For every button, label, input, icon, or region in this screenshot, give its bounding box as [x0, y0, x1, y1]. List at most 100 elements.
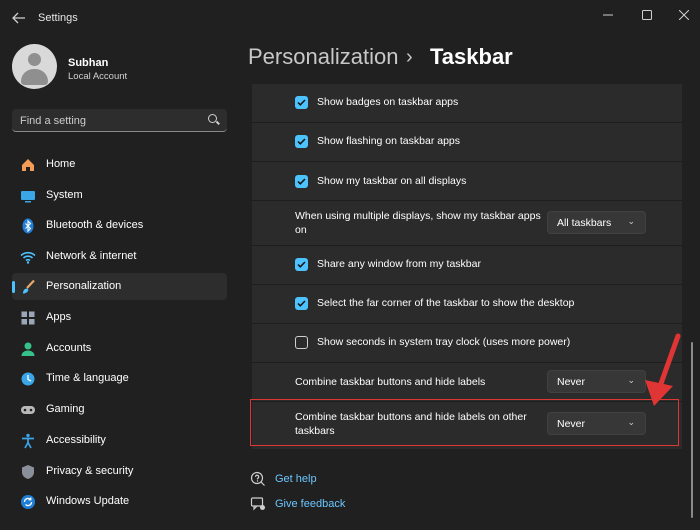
checkmark-icon: [297, 99, 306, 106]
shield-icon: [22, 465, 34, 479]
setting-seconds[interactable]: Show seconds in system tray clock (uses …: [252, 324, 682, 362]
nav-item-privacy[interactable]: Privacy & security: [12, 458, 227, 485]
dropdown-value: Never: [557, 376, 586, 388]
nav-item-accounts[interactable]: Accounts: [12, 335, 227, 362]
multi-display-dropdown[interactable]: All taskbars ⌄: [547, 211, 646, 234]
person-icon: [21, 342, 35, 356]
nav-label: Apps: [46, 311, 72, 323]
search-input[interactable]: [12, 109, 207, 133]
close-icon: [678, 9, 690, 21]
nav-label: Personalization: [46, 280, 122, 292]
maximize-icon: [642, 10, 652, 20]
checkmark-icon: [297, 261, 306, 268]
setting-label: Share any window from my taskbar: [317, 258, 481, 270]
nav-item-apps[interactable]: Apps: [12, 304, 227, 331]
page-title: Taskbar: [430, 44, 513, 69]
setting-label: Combine taskbar buttons and hide labels: [295, 376, 486, 388]
monitor-icon: [21, 191, 35, 203]
maximize-button[interactable]: [636, 6, 658, 26]
nav-label: Windows Update: [46, 495, 130, 507]
nav-item-network[interactable]: Network & internet: [12, 243, 227, 270]
divider: [252, 284, 682, 285]
divider: [252, 245, 682, 246]
selection-indicator: [12, 281, 15, 293]
avatar[interactable]: [12, 44, 57, 89]
window-title: Settings: [38, 12, 78, 24]
wifi-icon: [20, 251, 36, 264]
search-box[interactable]: [12, 109, 227, 133]
checkmark-icon: [297, 178, 306, 185]
back-button[interactable]: [8, 8, 30, 28]
user-name: Subhan: [68, 57, 109, 69]
nav-item-windows-update[interactable]: Windows Update: [12, 488, 227, 515]
chevron-down-icon: ⌄: [627, 375, 635, 385]
minimize-button[interactable]: [597, 6, 619, 26]
title-bar: [0, 0, 700, 36]
chevron-down-icon: ⌄: [627, 216, 635, 226]
setting-all-displays[interactable]: Show my taskbar on all displays: [252, 162, 682, 200]
feedback-icon: [250, 497, 265, 511]
get-help-link[interactable]: Get help: [275, 473, 317, 485]
nav-label: Time & language: [46, 372, 129, 384]
setting-badges[interactable]: Show badges on taskbar apps: [252, 84, 682, 122]
breadcrumb-parent[interactable]: Personalization: [248, 44, 398, 70]
setting-far-corner[interactable]: Select the far corner of the taskbar to …: [252, 285, 682, 323]
bluetooth-icon: [22, 218, 34, 234]
dropdown-value: All taskbars: [557, 217, 612, 229]
nav-label: Home: [46, 158, 76, 170]
nav-item-time-language[interactable]: Time & language: [12, 365, 227, 392]
badges-checkbox[interactable]: [295, 96, 308, 109]
far-corner-checkbox[interactable]: [295, 297, 308, 310]
divider: [252, 323, 682, 324]
setting-label: Show flashing on taskbar apps: [317, 135, 461, 147]
nav-label: Accessibility: [46, 434, 106, 446]
scrollbar[interactable]: [691, 342, 693, 518]
setting-share-window[interactable]: Share any window from my taskbar: [252, 246, 682, 284]
flashing-checkbox[interactable]: [295, 135, 308, 148]
setting-combine[interactable]: Combine taskbar buttons and hide labels …: [252, 363, 682, 401]
give-feedback-link[interactable]: Give feedback: [275, 498, 345, 510]
divider: [252, 161, 682, 162]
combine-dropdown[interactable]: Never ⌄: [547, 370, 646, 393]
nav-item-system[interactable]: System: [12, 182, 227, 209]
close-button[interactable]: [673, 6, 695, 26]
home-icon: [22, 159, 34, 171]
divider: [252, 200, 682, 201]
share-window-checkbox[interactable]: [295, 258, 308, 271]
nav-label: Bluetooth & devices: [46, 219, 144, 231]
seconds-checkbox[interactable]: [295, 336, 308, 349]
globe-clock-icon: [21, 372, 35, 386]
nav-item-personalization[interactable]: Personalization: [12, 273, 227, 300]
gamepad-icon: [21, 406, 35, 414]
checkmark-icon: [297, 138, 306, 145]
help-icon: [250, 471, 265, 486]
setting-label: Select the far corner of the taskbar to …: [317, 297, 575, 309]
nav-item-home[interactable]: Home: [12, 151, 227, 178]
avatar-head: [28, 53, 41, 66]
checkmark-icon: [297, 300, 306, 307]
annotation-arrow-icon: [645, 333, 681, 406]
setting-multi-display[interactable]: When using multiple displays, show my ta…: [252, 201, 682, 245]
setting-label: Show seconds in system tray clock (uses …: [317, 336, 571, 348]
setting-flashing[interactable]: Show flashing on taskbar apps: [252, 123, 682, 161]
nav-item-accessibility[interactable]: Accessibility: [12, 427, 227, 454]
avatar-body: [21, 69, 48, 85]
nav-label: Privacy & security: [46, 465, 134, 477]
all-displays-checkbox[interactable]: [295, 175, 308, 188]
nav-item-bluetooth[interactable]: Bluetooth & devices: [12, 212, 227, 239]
paintbrush-icon: [23, 279, 35, 294]
setting-label: Show my taskbar on all displays: [317, 175, 467, 187]
setting-label: When using multiple displays, show my ta…: [295, 210, 541, 236]
accessibility-icon: [22, 433, 34, 449]
setting-label: Show badges on taskbar apps: [317, 96, 459, 108]
divider: [252, 362, 682, 363]
account-type: Local Account: [68, 71, 128, 82]
apps-icon: [21, 311, 35, 325]
minimize-icon: [603, 14, 613, 16]
highlight-box: [250, 399, 679, 446]
nav-item-gaming[interactable]: Gaming: [12, 396, 227, 423]
breadcrumb-separator: ›: [406, 46, 413, 68]
nav-label: System: [46, 189, 83, 201]
arrow-left-icon: [12, 12, 25, 24]
search-icon[interactable]: [208, 114, 217, 123]
